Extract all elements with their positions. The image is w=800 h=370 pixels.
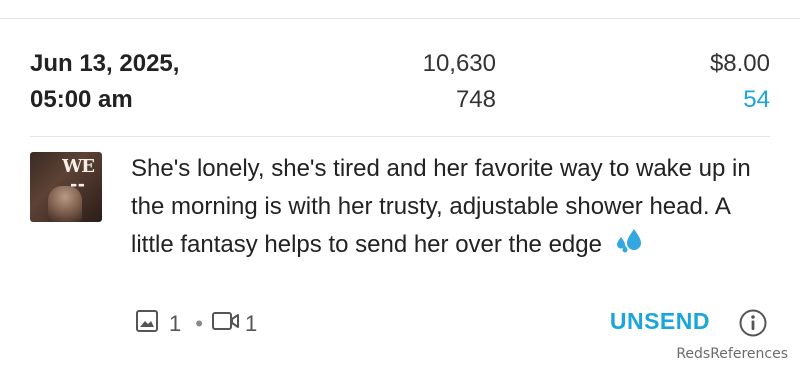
sent-datetime: Jun 13, 2025, 05:00 am xyxy=(30,46,179,118)
meta-separator: • xyxy=(195,311,203,336)
sent-time: 05:00 am xyxy=(30,86,133,113)
info-icon[interactable] xyxy=(738,308,768,338)
mid-divider xyxy=(30,136,770,137)
purchase-count[interactable]: 54 xyxy=(710,82,770,118)
sent-count: 10,630 xyxy=(422,50,496,77)
message-body: She's lonely, she's tired and her favori… xyxy=(131,155,751,258)
price-info: $8.00 54 xyxy=(710,46,770,118)
thumbnail-logo-sub: ▬▬ xyxy=(70,181,86,189)
message-thumbnail[interactable]: WE ▬▬ xyxy=(30,152,102,222)
message-text: She's lonely, she's tired and her favori… xyxy=(131,150,771,265)
sweat-droplets-icon xyxy=(613,227,643,265)
attachments-row: 1 • 1 xyxy=(135,310,263,338)
message-price: $8.00 xyxy=(709,50,770,77)
thumbnail-logo-text: WE xyxy=(62,156,95,177)
watermark: RedsReferences xyxy=(676,346,788,362)
viewed-count: 748 xyxy=(455,86,496,113)
thumbnail-logo: WE ▬▬ xyxy=(62,156,95,194)
sent-date: Jun 13, 2025, xyxy=(30,50,180,77)
video-icon xyxy=(211,309,241,339)
image-count: 1 xyxy=(169,311,182,336)
message-stats-row: Jun 13, 2025, 05:00 am 10,630 748 $8.00 … xyxy=(30,46,770,118)
video-count: 1 xyxy=(244,311,258,336)
top-divider xyxy=(0,18,800,19)
recipient-counts: 10,630 748 xyxy=(423,46,496,118)
image-icon xyxy=(135,309,159,339)
unsend-button[interactable]: UNSEND xyxy=(610,308,710,335)
